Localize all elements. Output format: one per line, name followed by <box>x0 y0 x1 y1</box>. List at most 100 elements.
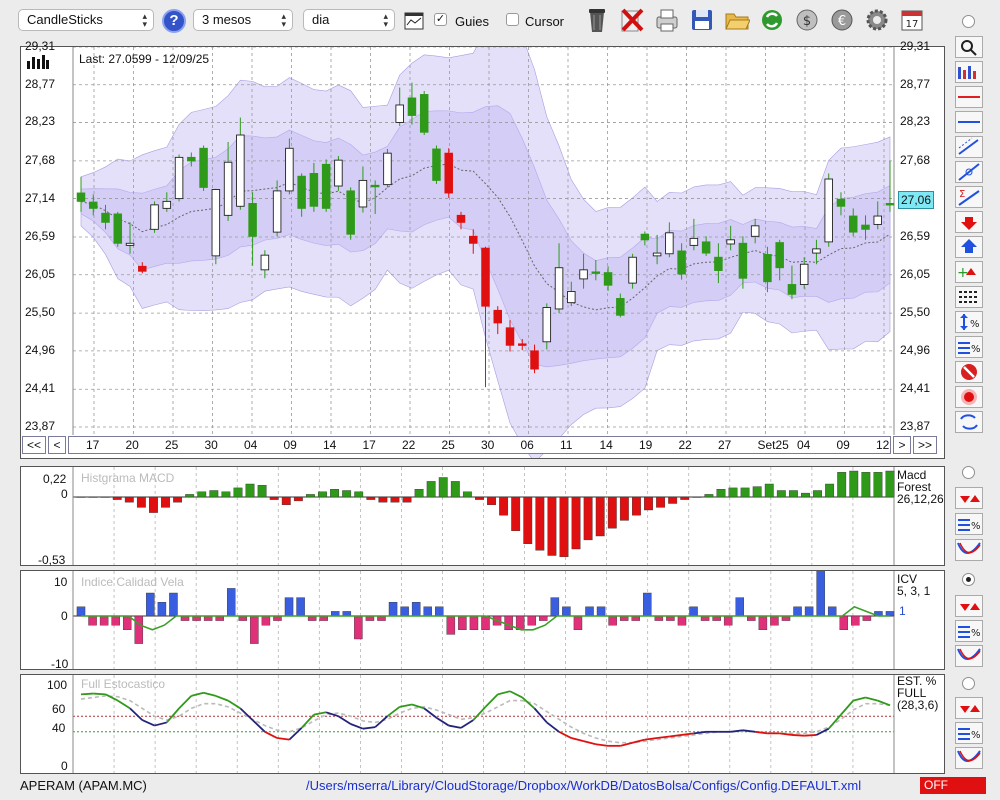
cursor-checkbox[interactable] <box>506 13 519 26</box>
channel-tool-button[interactable] <box>955 136 983 158</box>
icv-panel[interactable]: Indice Calidad Vela 10 0 -10 ICV 5, 3, 1… <box>20 570 945 671</box>
candle-body <box>603 272 613 286</box>
arrow-down-button[interactable] <box>955 211 983 233</box>
stochastic-panel[interactable]: Full Estocastico 100 60 40 0 EST. % FULL… <box>20 674 945 774</box>
icv-arrows-button[interactable] <box>955 595 983 617</box>
stoch-levels-button[interactable]: % <box>955 722 983 744</box>
histogram-bar <box>257 485 267 498</box>
date-axis[interactable]: 17 20 25 30 04 09 14 17 22 25 30 06 11 14 19 22 27 Set25 0… <box>68 436 891 454</box>
price-chart-panel[interactable]: Last: 27.0599 - 12/09/25 23,87 23,87 24,41… <box>20 39 945 459</box>
macd-panel-radio[interactable] <box>962 466 975 479</box>
horizontal-line-red-button[interactable] <box>955 86 983 108</box>
regression-tool-button[interactable]: Σ <box>955 186 983 208</box>
guides-checkbox[interactable]: ✓ <box>434 13 447 26</box>
macd-y-top: 0,22 <box>43 472 67 486</box>
macd-levels-button[interactable]: % <box>955 513 983 535</box>
icv-levels-button[interactable]: % <box>955 620 983 642</box>
histogram-bar <box>293 496 303 502</box>
save-icon[interactable] <box>689 6 715 34</box>
svg-text:Σ: Σ <box>959 189 965 200</box>
config-path-link[interactable]: /Users/mserra/Library/CloudStorage/Dropb… <box>306 778 861 793</box>
refresh-icon[interactable] <box>759 6 785 34</box>
stoch-k-segment <box>840 700 854 716</box>
candle-body <box>787 284 797 295</box>
period-select[interactable]: 3 mesos ▴ ▾ <box>193 9 293 31</box>
date-tick-label: 04 <box>244 438 258 452</box>
print-icon[interactable] <box>654 6 680 34</box>
histogram-bar <box>788 490 798 498</box>
macd-panel[interactable]: Histgrama MACD 0,22 0 -0,53 Macd Forest … <box>20 466 945 567</box>
candle-body <box>677 250 686 275</box>
calendar-icon[interactable]: 17 <box>899 6 925 34</box>
histogram-bar <box>111 615 120 626</box>
guidelines-button[interactable] <box>955 286 983 308</box>
macd-curve-button[interactable] <box>955 539 983 561</box>
nav-prev-button[interactable]: < <box>48 436 66 454</box>
icv-panel-radio[interactable] <box>962 573 975 586</box>
stoch-panel-radio[interactable] <box>962 677 975 690</box>
stoch-curve-button[interactable] <box>955 747 983 769</box>
stoch-k-segment <box>264 730 278 739</box>
stoch-arrows-button[interactable] <box>955 697 983 719</box>
nav-last-button[interactable]: >> <box>913 436 937 454</box>
candle-body <box>652 252 662 257</box>
stoch-k-segment <box>191 691 204 697</box>
histogram-bar <box>573 615 583 631</box>
price-tick-label-right: 23,87 <box>900 419 931 433</box>
candle-body <box>628 256 637 284</box>
zoom-tool-button[interactable] <box>955 36 983 58</box>
svg-text:$: $ <box>803 14 811 29</box>
histogram-bar <box>481 615 490 631</box>
interval-select[interactable]: dia ▴ ▾ <box>303 9 395 31</box>
arrow-up-button[interactable] <box>955 236 983 258</box>
price-tick-label: 24,96 <box>25 342 56 357</box>
swap-button[interactable] <box>955 411 983 433</box>
candle-body <box>518 343 527 346</box>
histogram-bar <box>504 615 513 631</box>
histogram-bar <box>608 615 617 626</box>
chart-style-button[interactable] <box>955 61 983 83</box>
help-icon[interactable]: ? <box>162 9 186 33</box>
volume-bars-icon <box>27 55 49 69</box>
date-tick-label: 11 <box>560 438 573 452</box>
euro-icon[interactable]: € <box>829 6 855 34</box>
open-folder-icon[interactable] <box>724 6 750 34</box>
candle-body <box>726 239 735 245</box>
histogram-bar <box>354 615 363 640</box>
trash-icon[interactable] <box>584 6 610 34</box>
stoch-k-segment <box>313 711 327 716</box>
dollar-sync-icon[interactable]: $ <box>794 6 820 34</box>
settings-gear-icon[interactable] <box>864 6 890 34</box>
candle-body <box>542 307 552 343</box>
nav-next-button[interactable]: > <box>893 436 911 454</box>
svg-text:%: % <box>971 628 981 639</box>
guides-label: Guies <box>455 14 489 29</box>
icv-curve-button[interactable] <box>955 645 983 667</box>
histogram-bar <box>583 496 593 541</box>
candle-body <box>407 97 417 116</box>
chart-window-icon[interactable] <box>404 11 424 31</box>
stoch-k-segment <box>558 730 572 739</box>
vertical-percent-button[interactable]: % <box>955 311 983 333</box>
record-button[interactable] <box>955 386 983 408</box>
add-indicator-button[interactable]: + <box>955 261 983 283</box>
horizontal-line-blue-button[interactable] <box>955 111 983 133</box>
date-tick-label: 14 <box>323 438 337 452</box>
histogram-bar <box>250 615 259 644</box>
histogram-bar <box>366 496 376 500</box>
price-chart[interactable] <box>21 47 944 458</box>
mode-indicator[interactable]: OFF <box>920 777 986 794</box>
chart-type-select[interactable]: CandleSticks ▴ ▾ <box>18 9 154 31</box>
delete-icon[interactable] <box>619 6 645 34</box>
histogram-bar <box>873 472 883 498</box>
trendline-tool-button[interactable] <box>955 161 983 183</box>
nav-first-button[interactable]: << <box>22 436 46 454</box>
candle-body <box>383 152 392 186</box>
percent-levels-button[interactable]: % <box>955 336 983 358</box>
main-panel-radio[interactable] <box>962 15 975 28</box>
histogram-bar <box>378 496 388 503</box>
interval-value: dia <box>312 12 330 27</box>
stop-button[interactable] <box>955 361 983 383</box>
macd-arrows-button[interactable] <box>955 487 983 509</box>
candle-body <box>223 161 233 216</box>
